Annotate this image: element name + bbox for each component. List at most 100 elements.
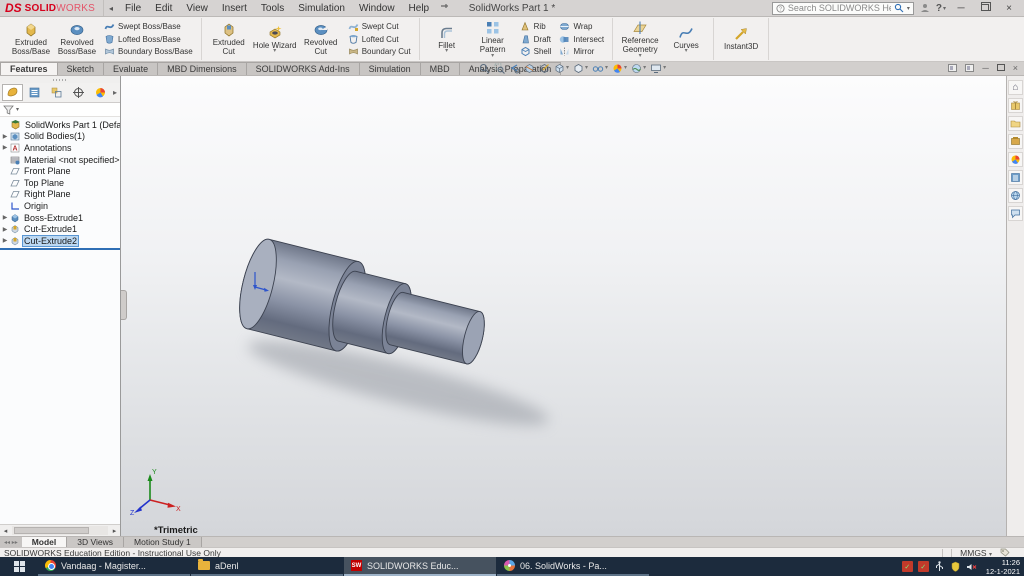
tab-sketch[interactable]: Sketch — [57, 62, 105, 75]
rib-button[interactable]: Rib — [518, 21, 554, 32]
propertymanager-tab[interactable] — [24, 84, 45, 101]
search-dropdown-icon[interactable]: ▾ — [907, 5, 910, 12]
minimize-button[interactable]: ─ — [952, 3, 970, 14]
tree-item-material[interactable]: Material <not specified> — [0, 154, 120, 166]
boundary-boss-base-button[interactable]: Boundary Boss/Base — [102, 46, 195, 57]
graphics-viewport[interactable]: Y X Z *Trimetric — [121, 76, 1006, 536]
displaymanager-tab[interactable] — [90, 84, 111, 101]
tab-evaluate[interactable]: Evaluate — [103, 62, 158, 75]
swept-boss-base-button[interactable]: Swept Boss/Base — [102, 21, 195, 32]
forum-icon[interactable] — [1008, 206, 1023, 221]
tab-mbd[interactable]: MBD — [420, 62, 460, 75]
taskbar-chrome-button[interactable]: Vandaag - Magister... — [38, 557, 190, 576]
tree-item-cut-extrude1[interactable]: ▶ Cut-Extrude1 — [0, 223, 120, 235]
zoom-to-fit-icon[interactable] — [478, 63, 491, 74]
edit-appearance-icon[interactable]: ▾ — [611, 63, 628, 74]
taskbar-solidworks-button[interactable]: SW SOLIDWORKS Educ... — [344, 557, 496, 576]
featuremanager-tab[interactable] — [2, 84, 23, 101]
wrap-button[interactable]: Wrap — [557, 21, 606, 32]
linear-pattern-button[interactable]: Linear Pattern▾ — [470, 18, 516, 60]
intersect-button[interactable]: Intersect — [557, 34, 606, 45]
file-explorer-icon[interactable] — [1008, 116, 1023, 131]
expand-arrow-icon[interactable]: ▶ — [0, 214, 10, 221]
expand-arrow-icon[interactable]: ▶ — [0, 237, 10, 244]
filter-dropdown-icon[interactable]: ▾ — [16, 106, 19, 113]
instant3d-button[interactable]: Instant3D — [718, 18, 764, 60]
menu-pin-icon[interactable] — [440, 2, 449, 14]
tab-simulation[interactable]: Simulation — [359, 62, 421, 75]
curves-button[interactable]: Curves▾ — [663, 18, 709, 60]
previous-view-icon[interactable] — [508, 63, 521, 74]
hide-show-items-icon[interactable]: ▾ — [591, 63, 609, 74]
panel-tabs-overflow-icon[interactable]: ▸ — [113, 88, 120, 97]
tab-solidworks-add-ins[interactable]: SOLIDWORKS Add-Ins — [246, 62, 360, 75]
tray-app2-icon[interactable]: ✓ — [918, 561, 929, 572]
close-button[interactable]: × — [1000, 3, 1018, 14]
view-orientation-icon[interactable]: ▾ — [553, 63, 570, 74]
tab-mbd-dimensions[interactable]: MBD Dimensions — [157, 62, 247, 75]
login-user-icon[interactable] — [920, 3, 930, 13]
hole-wizard-button[interactable]: Hole Wizard▾ — [252, 18, 298, 60]
taskbar-clock[interactable]: 11:26 12-1-2021 — [982, 558, 1020, 576]
revolved-boss-base-button[interactable]: Revolved Boss/Base — [54, 18, 100, 60]
draft-button[interactable]: Draft — [518, 34, 554, 45]
taskbar-photos-button[interactable]: 06. SolidWorks - Pa... — [497, 557, 649, 576]
new-window-icon[interactable] — [948, 64, 957, 72]
doc-minimize-icon[interactable]: ─ — [982, 63, 988, 73]
boundary-cut-button[interactable]: Boundary Cut — [346, 46, 413, 57]
apply-scene-icon[interactable]: ▾ — [630, 63, 647, 74]
usb-device-icon[interactable] — [934, 561, 945, 572]
tray-app1-icon[interactable]: ✓ — [902, 561, 913, 572]
tree-filter[interactable]: ▾ — [0, 103, 120, 117]
menu-tools[interactable]: Tools — [254, 0, 291, 16]
home-icon[interactable]: ⌂ — [1008, 80, 1023, 95]
tree-item-front-plane[interactable]: Front Plane — [0, 165, 120, 177]
tree-item-root[interactable]: SolidWorks Part 1 (Default<<Def... — [0, 119, 120, 131]
expand-arrow-icon[interactable]: ▶ — [0, 144, 10, 151]
tab-3d-views[interactable]: 3D Views — [67, 537, 124, 547]
lofted-cut-button[interactable]: Lofted Cut — [346, 34, 413, 45]
tree-item-top-plane[interactable]: Top Plane — [0, 177, 120, 189]
tab-motion-study-1[interactable]: Motion Study 1 — [124, 537, 202, 547]
help-menu-button[interactable]: ?▾ — [936, 3, 946, 14]
doc-close-icon[interactable]: × — [1013, 63, 1018, 73]
tree-item-annotations[interactable]: ▶ A Annotations — [0, 142, 120, 154]
start-button[interactable] — [0, 557, 38, 576]
extruded-cut-button[interactable]: Extruded Cut — [206, 18, 252, 60]
scroll-left-icon[interactable]: ◂ — [0, 527, 11, 535]
dimxpertmanager-tab[interactable] — [68, 84, 89, 101]
expand-arrow-icon[interactable]: ▶ — [0, 226, 10, 233]
configurationmanager-tab[interactable] — [46, 84, 67, 101]
fillet-button[interactable]: Fillet▾ — [424, 18, 470, 60]
lofted-boss-base-button[interactable]: Lofted Boss/Base — [102, 34, 195, 45]
menu-window[interactable]: Window — [352, 0, 402, 16]
taskbar-folder-button[interactable]: aDenl — [191, 557, 343, 576]
restore-button[interactable] — [976, 3, 994, 14]
tab-nav-arrows[interactable]: ◂◂ ▸▸ — [0, 537, 22, 547]
view-palette-icon[interactable] — [1008, 134, 1023, 149]
menu-edit[interactable]: Edit — [148, 0, 179, 16]
tree-item-cut-extrude2[interactable]: ▶ Cut-Extrude2 — [0, 235, 120, 247]
display-style-icon[interactable]: ▾ — [572, 63, 589, 74]
menu-help[interactable]: Help — [402, 0, 437, 16]
custom-properties-icon[interactable] — [1008, 170, 1023, 185]
scroll-right-icon[interactable]: ▸ — [109, 527, 120, 535]
tree-item-right-plane[interactable]: Right Plane — [0, 189, 120, 201]
zoom-to-area-icon[interactable] — [493, 63, 506, 74]
search-icon[interactable] — [894, 3, 904, 13]
tab-features[interactable]: Features — [0, 62, 58, 75]
swept-cut-button[interactable]: Swept Cut — [346, 21, 413, 32]
3d-model-canvas[interactable]: Y X Z — [121, 76, 1006, 536]
mirror-button[interactable]: Mirror — [557, 46, 606, 57]
doc-restore-icon[interactable] — [997, 63, 1005, 73]
tree-item-origin[interactable]: Origin — [0, 200, 120, 212]
cascade-window-icon[interactable] — [965, 64, 974, 72]
panel-splitter-handle[interactable] — [121, 290, 127, 320]
appearances-scenes-icon[interactable] — [1008, 152, 1023, 167]
menu-collapse-icon[interactable]: ◂ — [104, 4, 118, 13]
tag-icon[interactable] — [1000, 548, 1010, 557]
menu-insert[interactable]: Insert — [215, 0, 254, 16]
design-library-icon[interactable] — [1008, 98, 1023, 113]
tree-horizontal-scrollbar[interactable]: ◂ ▸ — [0, 524, 120, 536]
extruded-boss-base-button[interactable]: Extruded Boss/Base — [8, 18, 54, 60]
